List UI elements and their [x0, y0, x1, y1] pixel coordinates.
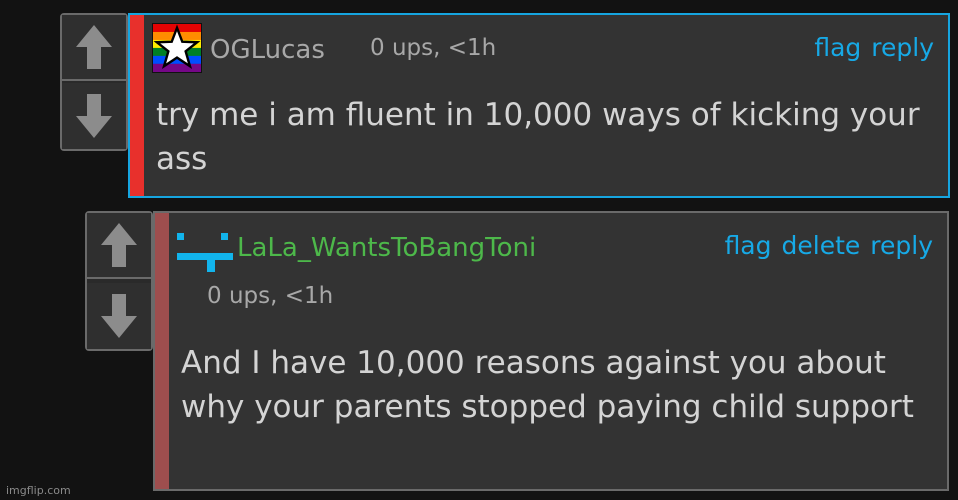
comment: OGLucas 0 ups, <1h flag reply try me i a…	[128, 13, 950, 198]
watermark: imgflip.com	[6, 484, 71, 497]
arrow-up-icon	[76, 25, 112, 69]
vote-column	[85, 211, 153, 351]
flag-link[interactable]: flag	[814, 33, 861, 62]
pixel-face-icon[interactable]	[175, 231, 235, 275]
comment-stripe	[130, 15, 144, 196]
comment-stripe	[155, 213, 169, 489]
delete-link[interactable]: delete	[782, 231, 861, 260]
comment-actions: flag reply	[814, 33, 934, 62]
upvote-button[interactable]	[62, 15, 126, 81]
downvote-button[interactable]	[87, 283, 151, 349]
arrow-down-icon	[101, 294, 137, 338]
flag-link[interactable]: flag	[725, 231, 772, 260]
comment-body: try me i am fluent in 10,000 ways of kic…	[156, 97, 920, 177]
reply-link[interactable]: reply	[870, 231, 933, 260]
arrow-down-icon	[76, 94, 112, 138]
comment-actions: flag delete reply	[725, 231, 933, 260]
reply-link[interactable]: reply	[871, 33, 934, 62]
vote-column	[60, 13, 128, 151]
comment-reply: LaLa_WantsToBangToni 0 ups, <1h flag del…	[153, 211, 949, 491]
upvote-button[interactable]	[87, 213, 151, 279]
username-link[interactable]: LaLa_WantsToBangToni	[237, 233, 536, 263]
comment-meta: 0 ups, <1h	[370, 35, 497, 61]
comment-meta: 0 ups, <1h	[207, 283, 334, 309]
username-link[interactable]: OGLucas	[210, 35, 325, 65]
arrow-up-icon	[101, 223, 137, 267]
comment-body: And I have 10,000 reasons against you ab…	[181, 345, 914, 425]
rainbow-star-icon[interactable]	[152, 23, 202, 73]
downvote-button[interactable]	[62, 83, 126, 149]
